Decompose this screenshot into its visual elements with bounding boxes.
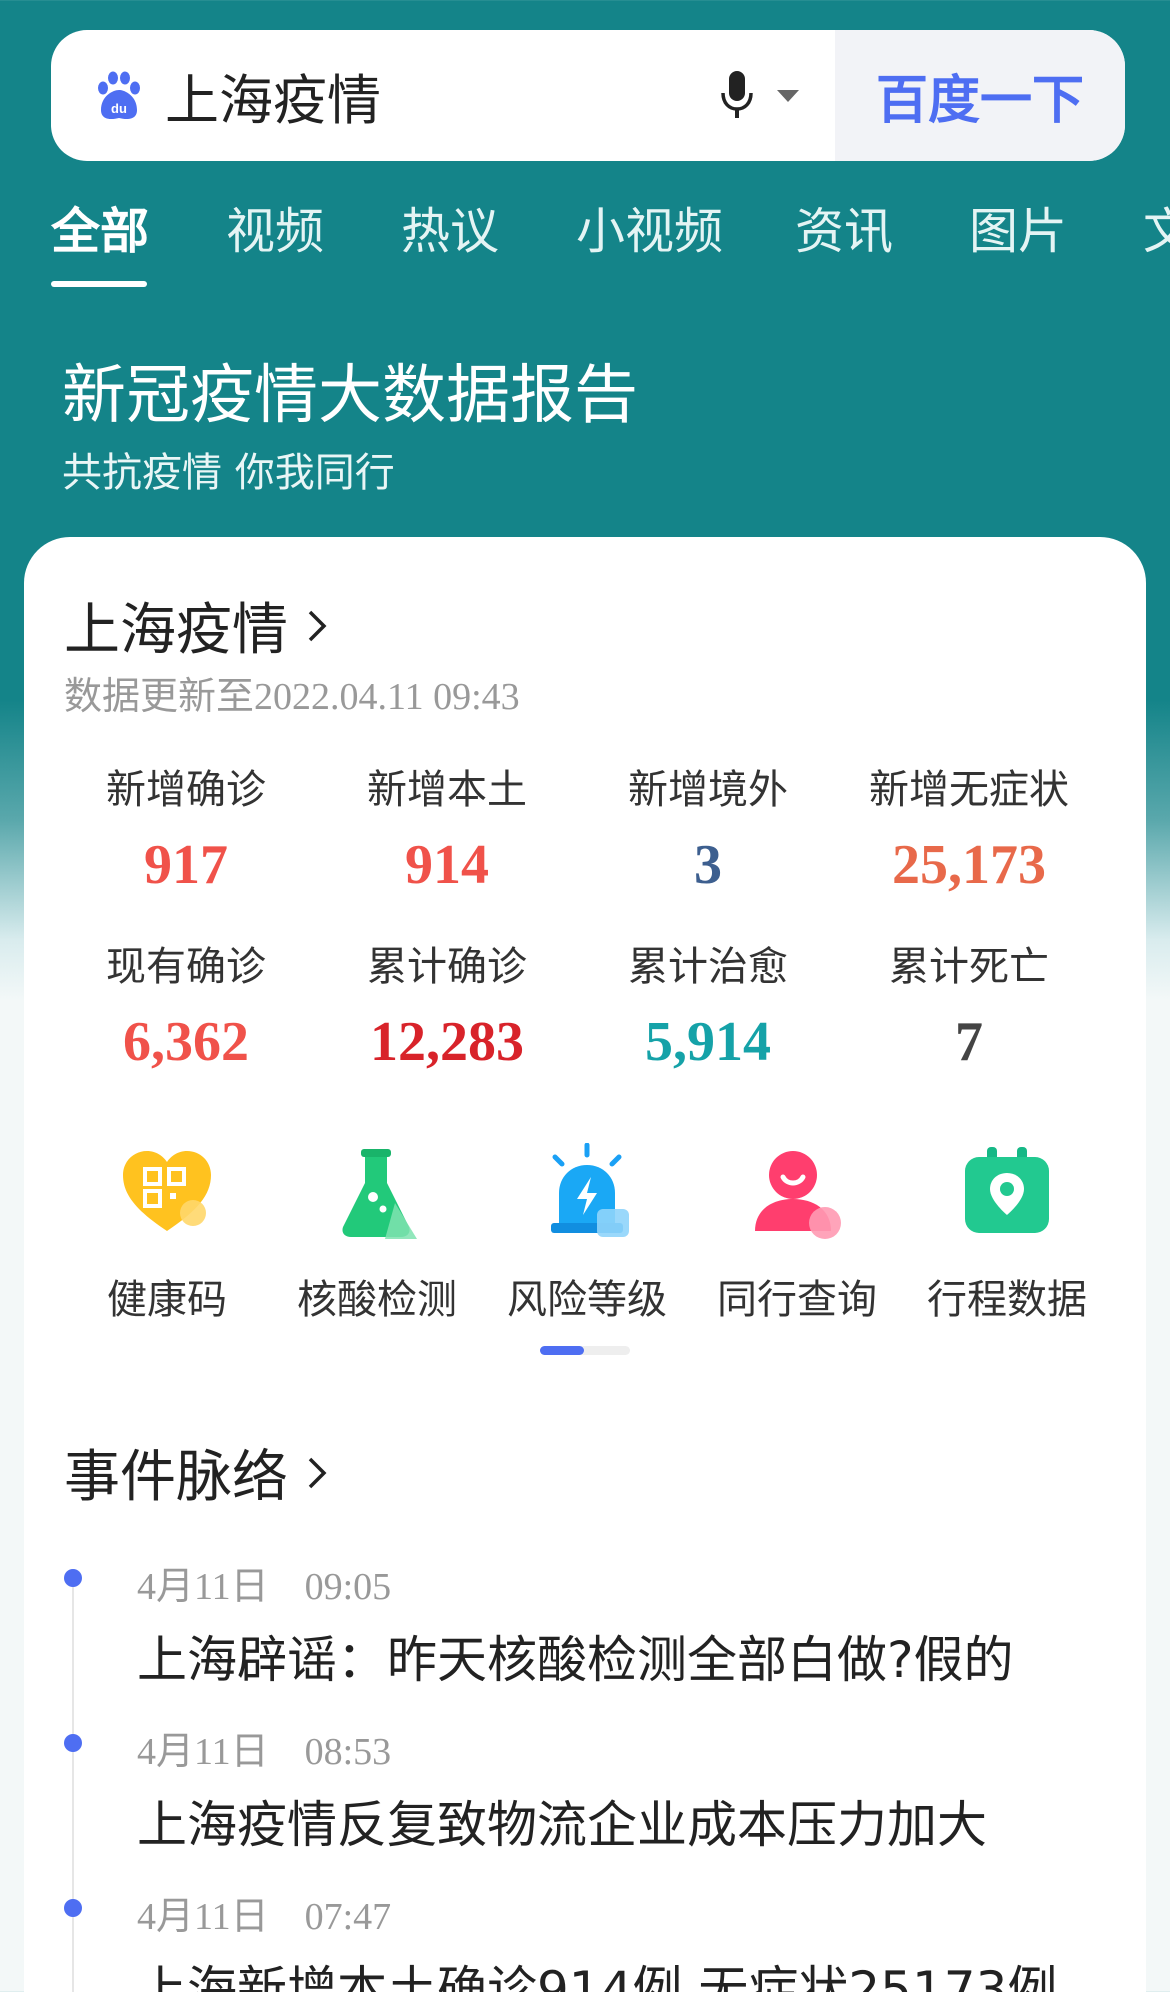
caret-down-icon[interactable]: [773, 81, 803, 111]
baidu-paw-icon[interactable]: du: [91, 68, 147, 124]
stat-value: 6,362: [123, 1011, 249, 1073]
tab-video[interactable]: 视频: [226, 192, 324, 263]
stat-value: 5,914: [645, 1011, 771, 1073]
search-button[interactable]: 百度一下: [835, 30, 1125, 161]
stat-label: 新增确诊: [106, 767, 266, 813]
events-title: 事件脉络: [64, 1445, 288, 1510]
chevron-right-icon: [308, 1457, 327, 1488]
stat-value: 12,283: [370, 1011, 524, 1073]
timeline-dot: [64, 1899, 82, 1917]
epidemic-card: 上海疫情 数据更新至2022.04.11 09:43 新增确诊 917 新增本土…: [24, 537, 1146, 1992]
event-item[interactable]: 4月11日 09:05 上海辟谣：昨天核酸检测全部白做?假的: [64, 1555, 1124, 1692]
stat-value: 917: [144, 834, 228, 896]
chevron-right-icon: [308, 610, 327, 641]
stat-new-imported[interactable]: 新增境外 3: [577, 757, 839, 897]
tab-images[interactable]: 图片: [969, 192, 1067, 263]
tool-itinerary-data[interactable]: 行程数据: [902, 1143, 1112, 1325]
tab-news[interactable]: 资讯: [795, 192, 893, 263]
stat-total-deaths[interactable]: 累计死亡 7: [838, 934, 1100, 1074]
event-time: 4月11日 08:53: [137, 1731, 392, 1773]
stat-value: 7: [955, 1011, 983, 1073]
stat-label: 新增境外: [628, 767, 788, 813]
banner-subtitle: 共抗疫情 你我同行: [62, 450, 395, 496]
timeline-dot: [64, 1569, 82, 1587]
stat-label: 新增无症状: [869, 767, 1069, 813]
stat-label: 累计确诊: [367, 944, 527, 990]
stat-new-asymptomatic[interactable]: 新增无症状 25,173: [838, 757, 1100, 897]
flask-icon: [342, 1149, 417, 1239]
tool-companion-query[interactable]: 同行查询: [692, 1143, 902, 1325]
map-pin-icon: [965, 1147, 1049, 1233]
tab-short-video[interactable]: 小视频: [576, 192, 723, 263]
search-input[interactable]: 上海疫情: [165, 56, 707, 135]
stat-new-local[interactable]: 新增本土 914: [316, 757, 578, 897]
microphone-icon[interactable]: [707, 66, 767, 126]
stat-total-recovered[interactable]: 累计治愈 5,914: [577, 934, 839, 1074]
tools-scroll-thumb: [540, 1346, 584, 1355]
events-title-link[interactable]: 事件脉络: [64, 1432, 332, 1513]
stat-new-confirmed[interactable]: 新增确诊 917: [55, 757, 317, 897]
stat-value: 914: [405, 834, 489, 896]
event-headline: 上海新增本土确诊914例 无症状25173例: [137, 1961, 1058, 1992]
stat-label: 累计治愈: [628, 944, 788, 990]
tools-scroll-indicator: [540, 1346, 630, 1355]
banner-title: 新冠疫情大数据报告: [62, 359, 638, 433]
tool-risk-level[interactable]: 风险等级: [482, 1142, 692, 1325]
event-time: 4月11日 07:47: [137, 1896, 392, 1938]
event-headline: 上海疫情反复致物流企业成本压力加大: [137, 1796, 987, 1854]
event-item[interactable]: 4月11日 08:53 上海疫情反复致物流企业成本压力加大: [64, 1720, 1124, 1857]
stat-value: 25,173: [892, 834, 1046, 896]
stat-label: 新增本土: [367, 767, 527, 813]
card-title: 上海疫情: [64, 598, 288, 663]
stat-total-confirmed[interactable]: 累计确诊 12,283: [316, 934, 578, 1074]
tab-all[interactable]: 全部: [51, 192, 149, 263]
stat-label: 现有确诊: [106, 944, 266, 990]
event-headline: 上海辟谣：昨天核酸检测全部白做?假的: [137, 1631, 1014, 1689]
tool-nucleic-test[interactable]: 核酸检测: [272, 1143, 482, 1325]
search-bar: du 上海疫情 百度一下: [51, 30, 1125, 161]
timeline-dot: [64, 1734, 82, 1752]
update-time: 数据更新至2022.04.11 09:43: [64, 676, 520, 718]
health-code-icon: [123, 1151, 211, 1231]
card-title-link[interactable]: 上海疫情: [64, 585, 332, 666]
tool-label: 健康码: [107, 1277, 227, 1323]
tool-label: 核酸检测: [297, 1277, 457, 1323]
alarm-icon: [551, 1142, 629, 1237]
tool-label: 风险等级: [507, 1277, 667, 1323]
tab-discussion[interactable]: 热议: [401, 192, 499, 263]
event-time: 4月11日 09:05: [137, 1566, 392, 1608]
stat-current-confirmed[interactable]: 现有确诊 6,362: [55, 934, 317, 1074]
active-tab-indicator: [51, 281, 147, 287]
tool-label: 同行查询: [717, 1277, 877, 1323]
person-icon: [755, 1151, 841, 1239]
tool-label: 行程数据: [927, 1277, 1087, 1323]
tool-health-code[interactable]: 健康码: [62, 1143, 272, 1325]
stat-label: 累计死亡: [889, 944, 1049, 990]
event-item[interactable]: 4月11日 07:47 上海新增本土确诊914例 无症状25173例: [64, 1885, 1124, 1992]
tab-more[interactable]: 文: [1143, 192, 1170, 263]
svg-text:du: du: [111, 101, 127, 116]
stat-value: 3: [694, 834, 722, 896]
